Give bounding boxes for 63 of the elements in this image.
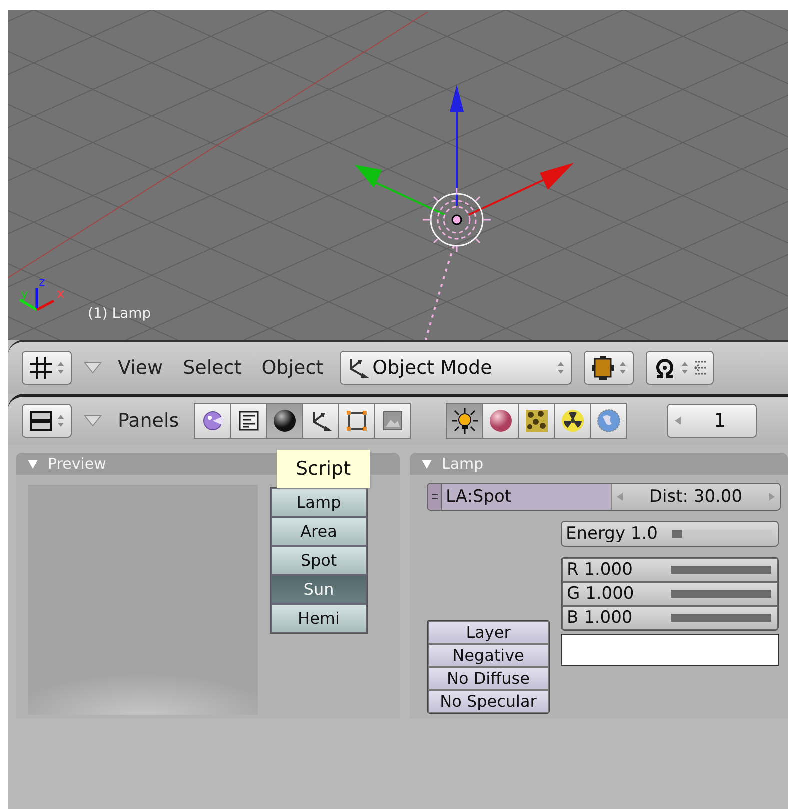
ball-icon	[202, 410, 224, 432]
subcontext-tab[interactable]	[554, 403, 592, 439]
context-tab[interactable]	[230, 403, 268, 439]
object-label: (1) Lamp	[88, 306, 152, 322]
color-slider[interactable]: G 1.000	[562, 582, 778, 606]
lightbulb-icon	[450, 407, 479, 435]
spinner-icon	[556, 361, 565, 375]
context-tab[interactable]	[338, 403, 376, 439]
pivot-select[interactable]	[646, 351, 714, 385]
collapse-icon[interactable]	[28, 460, 38, 468]
color-slider[interactable]: B 1.000	[562, 606, 778, 630]
mode-dropdown[interactable]: Object Mode	[340, 351, 572, 385]
subcontext-tab[interactable]	[482, 403, 520, 439]
square-icon	[346, 410, 368, 432]
menu-item[interactable]: Select	[179, 357, 246, 379]
tooltip: Script	[277, 450, 370, 488]
document-icon	[238, 410, 260, 432]
lamp-type-button[interactable]: Hemi	[271, 604, 367, 633]
spinner-icon	[57, 361, 65, 375]
lamp-drawing[interactable]	[422, 187, 492, 253]
menu-item[interactable]: Object	[258, 357, 328, 379]
panel-title: Lamp	[442, 455, 484, 473]
spinner-icon	[680, 361, 689, 375]
frame-field[interactable]: 1	[667, 404, 758, 438]
color-slider[interactable]: R 1.000	[562, 558, 778, 582]
image-icon	[382, 410, 404, 432]
axes-icon	[19, 288, 55, 312]
spinner-icon	[618, 361, 627, 375]
view-type-select[interactable]	[22, 351, 72, 385]
menu-triangle-icon[interactable]	[84, 415, 102, 427]
axis-label: y	[21, 287, 28, 301]
sphere-icon	[272, 409, 297, 433]
panels-icon	[29, 409, 53, 433]
view-type-select[interactable]	[22, 404, 72, 438]
menu-item[interactable]: Panels	[114, 410, 184, 432]
subcontext-tab[interactable]	[518, 403, 556, 439]
cube-icon	[590, 355, 615, 381]
color-swatch[interactable]	[561, 634, 779, 666]
toggle-button[interactable]: Layer	[428, 621, 549, 644]
panel-title: Preview	[48, 455, 106, 473]
texture-icon	[524, 409, 549, 433]
subcontext-tab[interactable]	[446, 403, 484, 439]
globe-icon	[596, 409, 621, 433]
axis-label: x	[57, 287, 65, 302]
spinner-icon	[57, 414, 65, 428]
toggle-button[interactable]: No Diffuse	[428, 667, 549, 690]
radiation-icon	[560, 409, 585, 433]
sphere-icon	[488, 409, 513, 433]
lamp-type-button[interactable]: Lamp	[271, 488, 367, 517]
lamp-type-button[interactable]: Sun	[271, 575, 367, 604]
lamp-type-button[interactable]: Area	[271, 517, 367, 546]
toggle-button[interactable]: Negative	[428, 644, 549, 667]
menu-item[interactable]: View	[114, 357, 168, 379]
context-tab[interactable]	[302, 403, 340, 439]
axis-label: z	[39, 275, 46, 289]
context-tab[interactable]	[266, 403, 304, 439]
menu-triangle-icon[interactable]	[84, 362, 102, 374]
collapse-icon[interactable]	[422, 460, 432, 468]
draw-type-select[interactable]	[584, 351, 634, 385]
grid-icon	[29, 356, 53, 380]
energy-slider[interactable]: Energy 1.0	[561, 521, 779, 547]
toggle-button[interactable]: No Specular	[428, 690, 549, 713]
lamp-type-button[interactable]: Spot	[271, 546, 367, 575]
